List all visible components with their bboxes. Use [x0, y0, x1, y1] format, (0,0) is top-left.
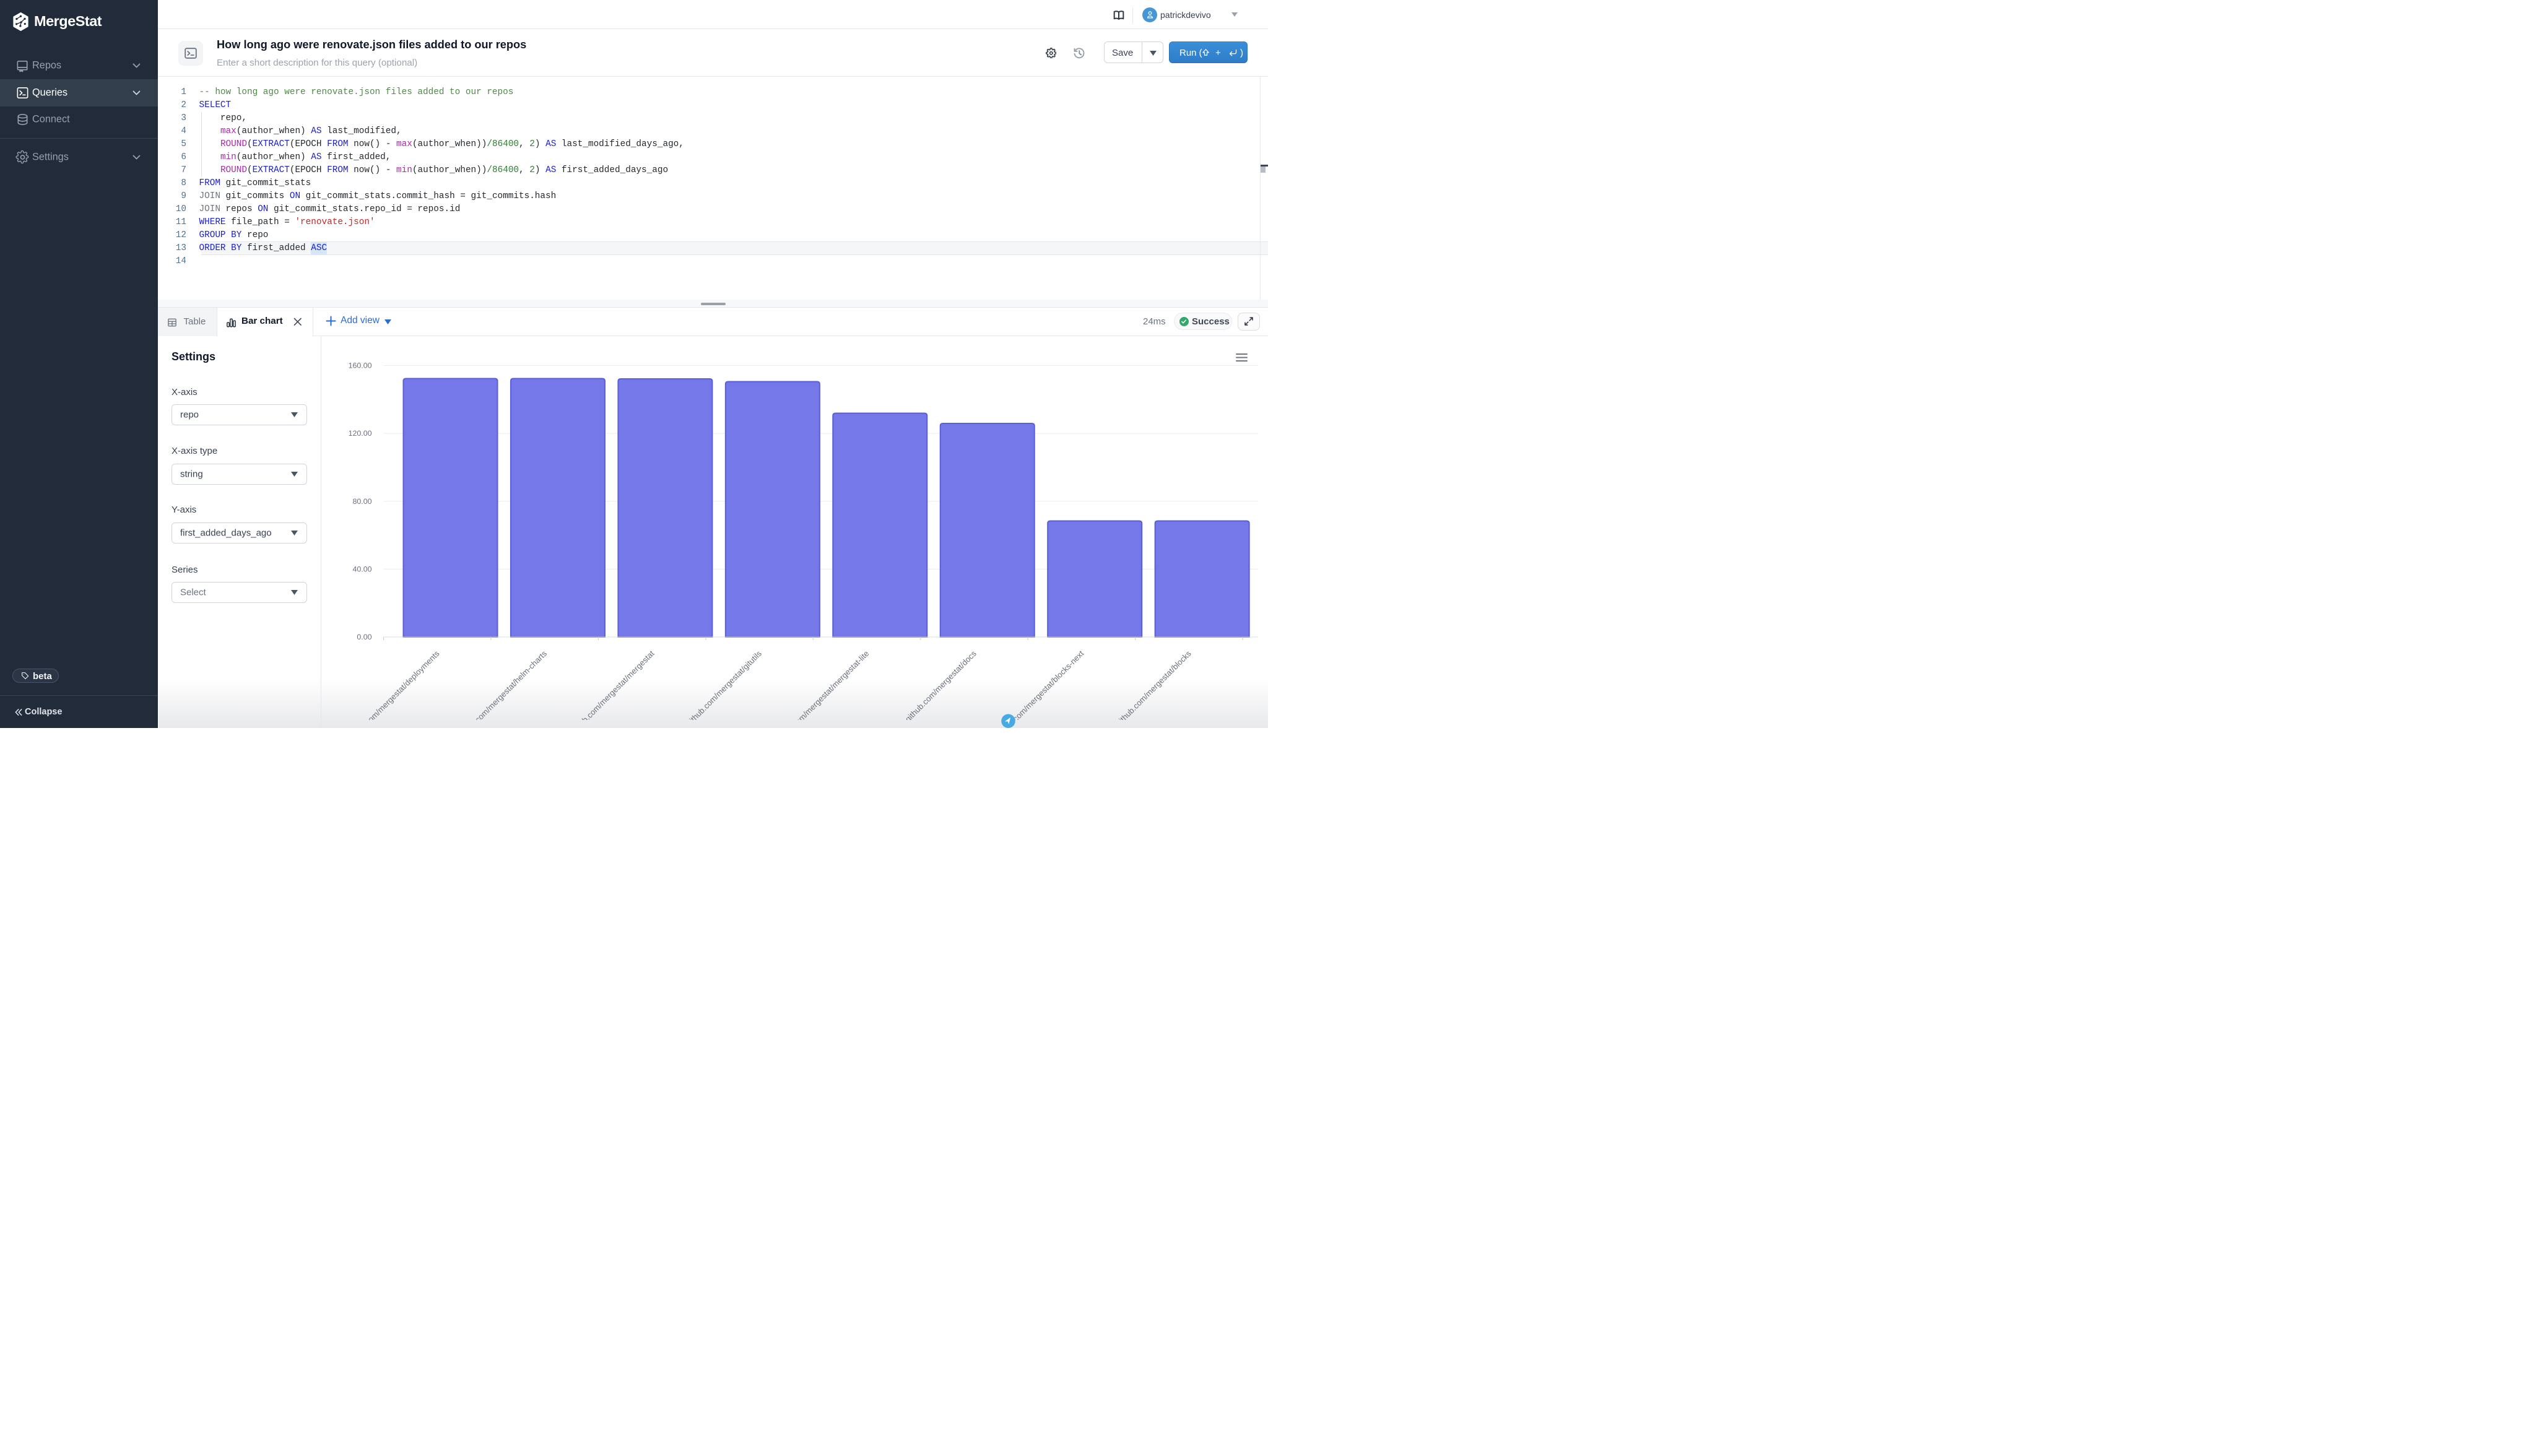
svg-text:github.com/mergestat/mergestat: github.com/mergestat/mergestat-lite [773, 649, 871, 720]
svg-text:120.00: 120.00 [348, 429, 371, 438]
svg-text:github.com/mergestat/helm-char: github.com/mergestat/helm-charts [456, 648, 549, 719]
svg-text:github.com/mergestat/gitutils: github.com/mergestat/gitutils [684, 648, 763, 719]
svg-text:40.00: 40.00 [352, 565, 371, 573]
svg-text:github.com/mergestat/docs: github.com/mergestat/docs [903, 648, 978, 719]
svg-text:github.com/mergestat/blocks: github.com/mergestat/blocks [1114, 648, 1193, 719]
svg-text:160.00: 160.00 [348, 361, 371, 370]
svg-text:github.com/mergestat/deploymen: github.com/mergestat/deployments [345, 648, 441, 719]
svg-text:github.com/mergestat/blocks-ne: github.com/mergestat/blocks-next [994, 648, 1085, 719]
svg-text:github.com/mergestat/mergestat: github.com/mergestat/mergestat [568, 648, 656, 719]
svg-text:80.00: 80.00 [352, 496, 371, 505]
svg-text:0.00: 0.00 [357, 633, 371, 641]
